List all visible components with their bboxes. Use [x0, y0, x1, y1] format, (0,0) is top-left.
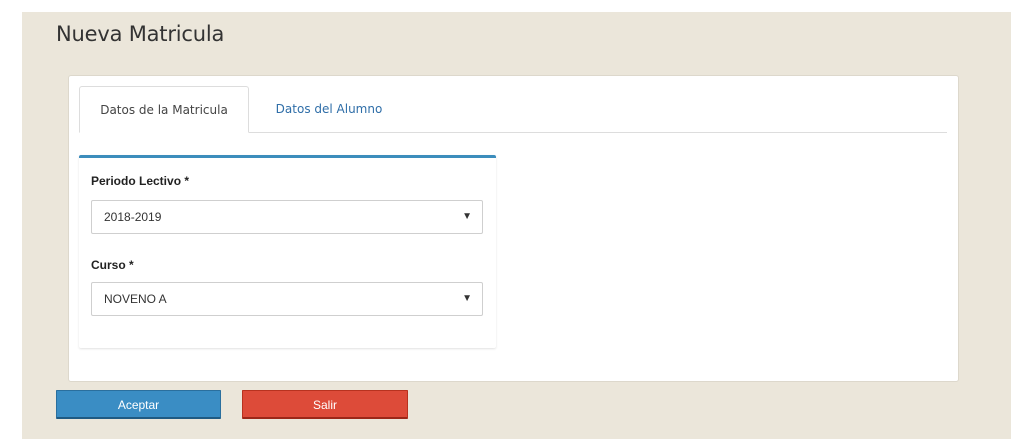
periodo-lectivo-select[interactable]: 2018-2019 ▼	[91, 200, 483, 234]
curso-value: NOVENO A	[104, 292, 167, 306]
caret-down-icon: ▼	[462, 293, 472, 304]
curso-label: Curso *	[91, 258, 134, 272]
periodo-lectivo-value: 2018-2019	[104, 210, 162, 224]
salir-button[interactable]: Salir	[242, 390, 408, 419]
aceptar-button[interactable]: Aceptar	[56, 390, 221, 419]
curso-select[interactable]: NOVENO A ▼	[91, 282, 483, 316]
tab-datos-alumno[interactable]: Datos del Alumno	[259, 86, 399, 132]
form-card: Datos de la Matricula Datos del Alumno P…	[68, 75, 959, 382]
caret-down-icon: ▼	[462, 211, 472, 222]
tab-bar: Datos de la Matricula Datos del Alumno	[79, 86, 947, 133]
periodo-lectivo-label: Periodo Lectivo *	[91, 174, 190, 188]
matricula-panel: Periodo Lectivo * 2018-2019 ▼ Curso * NO…	[79, 155, 496, 348]
page-background: Nueva Matricula Datos de la Matricula Da…	[22, 12, 1011, 439]
tab-datos-matricula[interactable]: Datos de la Matricula	[79, 86, 249, 133]
page-title: Nueva Matricula	[56, 22, 225, 46]
